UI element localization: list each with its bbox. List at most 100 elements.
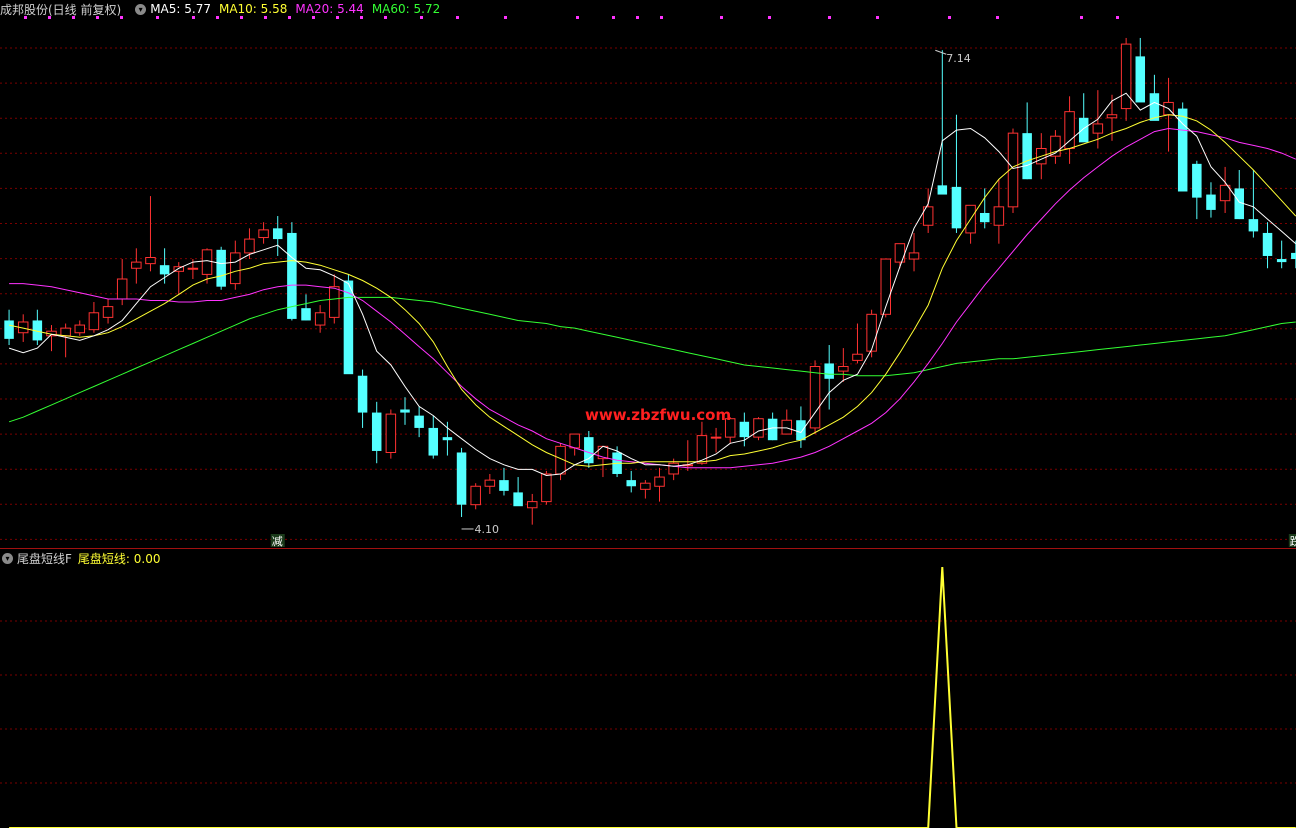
candle-body [1135,56,1146,103]
candle [838,348,849,382]
high-price-label: 7.14 [946,52,971,65]
ma10-label: MA10: 5.58 [218,2,288,16]
indicator-value-label: 尾盘短线: 0.00 [77,551,161,566]
candle [527,493,538,525]
candle-body [400,409,410,413]
candle [116,259,128,306]
signal-marker [612,16,615,19]
candle-body [979,212,990,223]
candle-body [1078,117,1089,143]
candle-body [484,479,496,487]
candle-body [739,421,750,438]
candle [1248,169,1259,238]
signal-marker [996,16,999,19]
candle [428,415,439,459]
candle [272,216,283,256]
candle [922,188,934,233]
candle-body [668,462,679,475]
candle [626,470,636,493]
chevron-down-icon[interactable]: ▾ [2,552,13,564]
candle [74,320,86,336]
candle-body [809,366,821,429]
candle [753,417,764,441]
candle [979,188,990,229]
candle-body [187,267,199,270]
candle-body [131,261,142,269]
candle [569,433,580,456]
candle [442,421,453,456]
candle [880,258,891,318]
candle-body [1248,219,1259,232]
candle-body [1276,259,1287,263]
signal-marker [768,16,771,19]
candle-body [866,313,877,352]
chevron-down-icon[interactable]: ▾ [135,3,147,15]
candle-body [541,473,552,503]
main-chart-header: 成邦股份(日线 前复权) ▾ MA5: 5.77 MA10: 5.58 MA20… [0,0,448,18]
candle [131,248,142,284]
ma60-line [8,296,1296,423]
candle [597,445,609,478]
candle [1120,37,1132,121]
candle-body [116,278,128,300]
candle-body [499,480,509,491]
candle-body [1192,163,1202,198]
candle-body [1120,43,1132,110]
stock-title: 成邦股份(日线 前复权) [0,2,122,17]
candle-body [1092,123,1104,134]
signal-marker [1116,16,1119,19]
ma60-label: MA60: 5.72 [371,2,441,16]
candle-body [244,238,255,254]
signal-marker [1080,16,1083,19]
candle [1219,166,1231,213]
candle-body [513,492,523,507]
indicator-name: 尾盘短线F [17,551,72,566]
candle-body [951,186,962,229]
candlestick-chart: 7.14 4.10 减 跌 www.zbzfwu.com [0,16,1296,828]
candle-body [258,229,269,239]
candle [1276,240,1287,269]
candle [343,274,354,375]
candle [414,406,424,438]
signal-marker [576,16,579,19]
candle-body [329,286,340,318]
candle-body [626,480,636,487]
candle-body [314,312,326,326]
candle [1050,130,1061,164]
candle [584,430,594,468]
candle-body [937,185,948,195]
candle-body [1064,111,1075,149]
candle [145,196,156,272]
candle-body [569,433,580,449]
candle-body [385,413,397,453]
ma5-label: MA5: 5.77 [150,2,211,16]
candle [1262,222,1273,269]
candle [32,309,43,346]
signal-marker [876,16,879,19]
candle [513,477,523,507]
candle-body [824,363,834,379]
ma20-label: MA20: 5.44 [295,2,364,16]
candle-body [852,353,863,361]
candle [767,412,778,441]
candle [682,440,694,471]
candle-body [908,252,920,260]
candle [937,50,948,195]
candle [230,240,241,290]
signal-marker [660,16,663,19]
signal-marker [948,16,951,19]
candle-body [1022,133,1032,180]
watermark-text: www.zbzfwu.com [585,406,731,424]
candle-body [216,249,226,287]
indicator-line [9,566,1296,828]
candle-body [102,306,114,318]
candle-body [993,206,1005,226]
signal-label: 减 [272,535,283,548]
signal-marker [504,16,507,19]
candle [484,473,496,494]
candle-body [230,252,241,285]
candle-body [371,412,382,451]
candle [654,467,665,502]
candle [371,401,382,464]
candle-body [456,452,467,505]
